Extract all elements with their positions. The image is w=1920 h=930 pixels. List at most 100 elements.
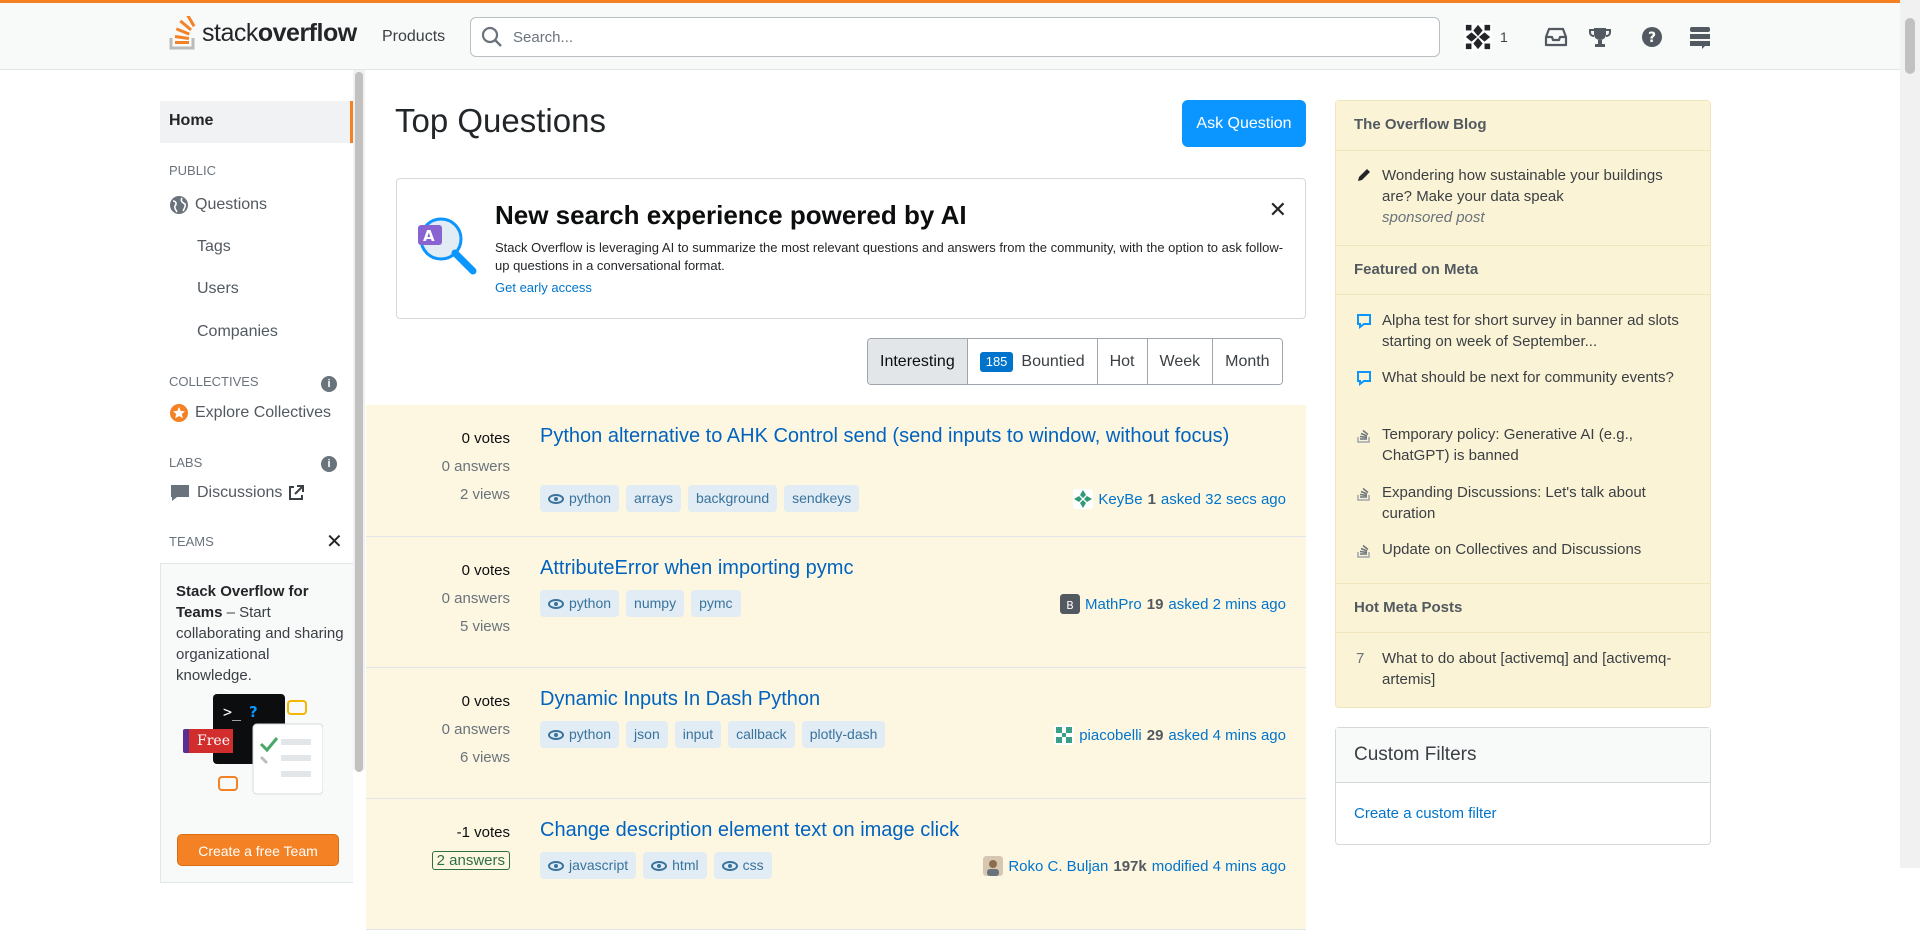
search-box[interactable] — [470, 17, 1440, 57]
get-early-access-link[interactable]: Get early access — [495, 280, 592, 295]
question-stats: 0 votes 0 answers 6 views — [442, 688, 510, 772]
tag-background[interactable]: background — [687, 485, 778, 512]
user-name-link[interactable]: KeyBe — [1098, 491, 1142, 508]
discussion-bubble-icon — [171, 485, 189, 501]
user-name-link[interactable]: Roko C. Buljan — [1008, 858, 1108, 875]
tag-sendkeys[interactable]: sendkeys — [784, 485, 860, 512]
sidebar-item-questions[interactable]: Questions — [169, 195, 267, 215]
trophy-icon — [1589, 28, 1611, 47]
sidebar-item-explore-collectives[interactable]: Explore Collectives — [169, 403, 331, 423]
search-input[interactable] — [513, 28, 1393, 46]
stackoverflow-logo[interactable]: stackoverflow — [168, 16, 357, 50]
view-count: 5 views — [459, 618, 510, 635]
svg-text:?: ? — [1648, 30, 1656, 46]
tag-numpy[interactable]: numpy — [626, 590, 685, 617]
question-title-link[interactable]: Change description element text on image… — [540, 816, 1240, 844]
inbox-icon — [1544, 27, 1568, 47]
inbox-button[interactable] — [1542, 23, 1570, 51]
question-author-meta: Roko C. Buljan 197k modified 4 mins ago — [983, 856, 1286, 876]
tag-html[interactable]: html — [643, 852, 707, 879]
user-avatar-icon[interactable] — [1073, 489, 1094, 509]
question-title-link[interactable]: AttributeError when importing pymc — [540, 554, 1240, 582]
meta-item-link[interactable]: Alpha test for short survey in banner ad… — [1382, 310, 1682, 352]
question-author-meta: KeyBe 1 asked 32 secs ago — [1073, 489, 1286, 509]
tab-month[interactable]: Month — [1213, 339, 1282, 384]
sidebar-scrollbar[interactable] — [353, 70, 365, 772]
svg-text:?: ? — [249, 703, 258, 721]
tag-css[interactable]: css — [713, 852, 772, 879]
blog-post-link[interactable]: Wondering how sustainable your buildings… — [1382, 165, 1682, 228]
teams-close-icon[interactable]: ✕ — [326, 529, 343, 554]
vote-count: 0 votes — [461, 430, 510, 447]
watched-tag-eye-icon — [548, 598, 564, 609]
tab-week[interactable]: Week — [1147, 339, 1214, 384]
tag-pymc[interactable]: pymc — [691, 590, 741, 617]
free-badge: Free — [197, 733, 230, 749]
tag-python[interactable]: python — [540, 590, 620, 617]
tag-javascript[interactable]: javascript — [540, 852, 637, 879]
user-avatar[interactable] — [1464, 23, 1492, 51]
sidebar-item-tags[interactable]: Tags — [197, 238, 231, 256]
sidebar-scrollbar-thumb[interactable] — [355, 72, 363, 772]
sidebar-item-discussions[interactable]: Discussions — [169, 483, 305, 503]
tab-bountied[interactable]: 185 Bountied — [967, 339, 1098, 384]
vote-count: -1 votes — [456, 824, 510, 841]
achievements-button[interactable] — [1586, 23, 1614, 51]
stack-logo-icon — [1357, 429, 1370, 443]
meta-item-link[interactable]: What should be next for community events… — [1382, 367, 1682, 388]
page-scrollbar[interactable] — [1900, 0, 1920, 868]
create-free-team-button[interactable]: Create a free Team — [177, 834, 339, 866]
page-scrollbar-thumb[interactable] — [1905, 18, 1915, 74]
sidebar-item-home[interactable]: Home — [160, 101, 353, 143]
tag-json[interactable]: json — [626, 721, 668, 748]
collectives-info-icon[interactable]: i — [321, 376, 337, 392]
sidebar-item-users[interactable]: Users — [197, 280, 239, 298]
sidebar-item-companies[interactable]: Companies — [197, 323, 278, 341]
tag-callback[interactable]: callback — [728, 721, 795, 748]
user-avatar-icon[interactable]: B — [1060, 594, 1081, 614]
hot-meta-item-link[interactable]: What to do about [activemq] and [activem… — [1382, 648, 1682, 690]
teams-promo-text: Stack Overflow for Teams – Start collabo… — [176, 583, 344, 684]
labs-info-icon[interactable]: i — [321, 456, 337, 472]
question-title-link[interactable]: Python alternative to AHK Control send (… — [540, 422, 1240, 450]
user-name-link[interactable]: MathPro — [1085, 596, 1142, 613]
products-menu[interactable]: Products — [382, 28, 445, 46]
tag-plotly-dash[interactable]: plotly-dash — [801, 721, 886, 748]
teams-promo-card: Stack Overflow for Teams – Start collabo… — [160, 563, 353, 883]
create-custom-filter-link[interactable]: Create a custom filter — [1354, 805, 1497, 822]
stack-logo-icon — [1357, 487, 1370, 501]
user-avatar-icon[interactable] — [1054, 725, 1075, 745]
help-icon: ? — [1642, 27, 1662, 47]
question-timestamp-link[interactable]: asked 32 secs ago — [1161, 491, 1286, 508]
question-tags: javascript html css — [540, 852, 772, 879]
question-tags: python numpy pymc — [540, 590, 741, 617]
stack-logo-icon — [1357, 544, 1370, 558]
tag-python[interactable]: python — [540, 485, 620, 512]
search-icon — [481, 26, 502, 47]
question-row: 0 votes 0 answers 2 views Python alterna… — [366, 405, 1306, 537]
tag-arrays[interactable]: arrays — [626, 485, 681, 512]
user-avatar-icon[interactable] — [983, 856, 1004, 876]
help-button[interactable]: ? — [1638, 23, 1666, 51]
logo-text: stackoverflow — [202, 18, 357, 47]
question-filter-tabs: Interesting 185 Bountied Hot Week Month — [867, 338, 1283, 385]
watched-tag-eye-icon — [548, 493, 564, 504]
question-title-link[interactable]: Dynamic Inputs In Dash Python — [540, 685, 1240, 713]
question-timestamp-link[interactable]: asked 2 mins ago — [1168, 596, 1286, 613]
meta-item-link[interactable]: Update on Collectives and Discussions — [1382, 539, 1682, 560]
tag-input[interactable]: input — [674, 721, 722, 748]
meta-item-link[interactable]: Expanding Discussions: Let's talk about … — [1382, 482, 1682, 524]
site-switcher-button[interactable] — [1686, 23, 1714, 51]
ask-question-button[interactable]: Ask Question — [1182, 100, 1306, 147]
tab-interesting[interactable]: Interesting — [868, 339, 968, 384]
question-row: -1 votes 2 answers Change description el… — [366, 799, 1306, 930]
question-timestamp-link[interactable]: modified 4 mins ago — [1152, 858, 1286, 875]
user-name-link[interactable]: piacobelli — [1079, 727, 1142, 744]
question-timestamp-link[interactable]: asked 4 mins ago — [1168, 727, 1286, 744]
meta-item-link[interactable]: Temporary policy: Generative AI (e.g., C… — [1382, 424, 1682, 466]
overflow-blog-widget: The Overflow Blog Wondering how sustaina… — [1335, 100, 1711, 708]
question-row: 0 votes 0 answers 6 views Dynamic Inputs… — [366, 668, 1306, 799]
tab-hot[interactable]: Hot — [1097, 339, 1148, 384]
close-icon[interactable]: ✕ — [1269, 197, 1287, 223]
tag-python[interactable]: python — [540, 721, 620, 748]
